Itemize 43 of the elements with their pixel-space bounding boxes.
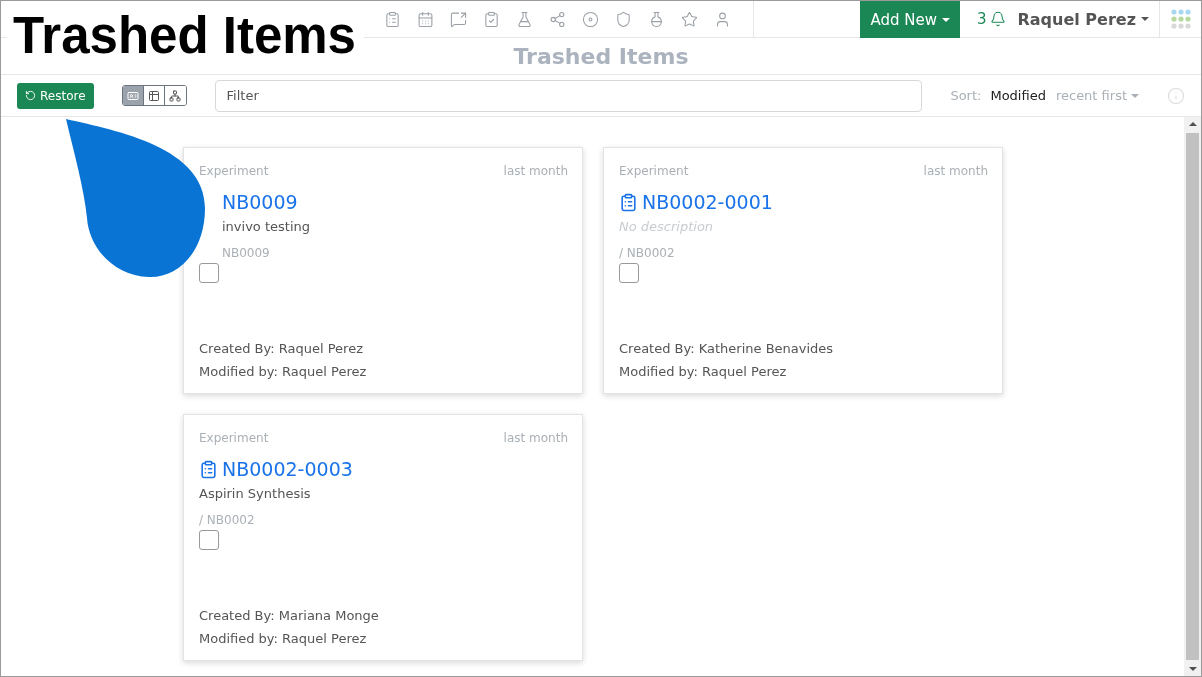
page-title: Trashed Items	[513, 43, 689, 69]
item-title-link[interactable]: NB0002-0003	[222, 458, 353, 480]
apps-grid-icon[interactable]	[1170, 9, 1191, 29]
view-mode-icon	[126, 89, 139, 102]
created-by: Created By: Katherine Benavides	[619, 341, 834, 356]
bell-icon[interactable]	[989, 11, 1006, 27]
created-by: Created By: Raquel Perez	[199, 341, 363, 356]
user-menu[interactable]: Raquel Perez	[1017, 1, 1159, 37]
item-time: last month	[503, 431, 568, 445]
filter-field[interactable]: Filter	[214, 79, 923, 112]
item-time: last month	[503, 164, 568, 178]
restore-button[interactable]: Restore	[17, 82, 94, 109]
clipboard-icon	[619, 192, 638, 212]
undo-arrow-icon	[25, 90, 36, 101]
sort-label: Sort:	[950, 88, 982, 103]
sort-field[interactable]: Modified	[990, 88, 1046, 103]
item-path: / NB0002	[619, 246, 675, 260]
item-type: Experiment	[199, 431, 269, 445]
created-by: Created By: Mariana Monge	[199, 608, 379, 623]
item-type: Experiment	[619, 164, 689, 178]
notification-count[interactable]: 3	[976, 10, 987, 28]
add-new-button[interactable]: Add New	[860, 1, 960, 38]
item-checkbox[interactable]	[619, 263, 639, 283]
item-title-link[interactable]: NB0002-0001	[642, 191, 773, 213]
item-checkbox[interactable]	[199, 530, 219, 550]
modified-by: Modified by: Raquel Perez	[199, 364, 367, 379]
item-checkbox[interactable]	[199, 263, 219, 283]
item-type: Experiment	[199, 164, 269, 178]
view-toggle[interactable]	[122, 86, 144, 105]
item-description: invivo testing	[222, 219, 310, 234]
item-title-link[interactable]: NB0009	[222, 191, 298, 213]
item-path: / NB0002	[199, 513, 255, 527]
item-description: Aspirin Synthesis	[199, 486, 311, 501]
item-path: NB0009	[222, 246, 270, 260]
info-icon[interactable]	[1167, 86, 1185, 105]
overlay-title: Trashed Items	[13, 6, 356, 66]
item-time: last month	[923, 164, 988, 178]
clipboard-icon	[199, 459, 218, 479]
modified-by: Modified by: Raquel Perez	[619, 364, 787, 379]
view-mode-icon	[169, 89, 182, 102]
scrollbar[interactable]	[1184, 117, 1201, 676]
view-mode-icon	[147, 89, 160, 102]
modified-by: Modified by: Raquel Perez	[199, 631, 367, 646]
